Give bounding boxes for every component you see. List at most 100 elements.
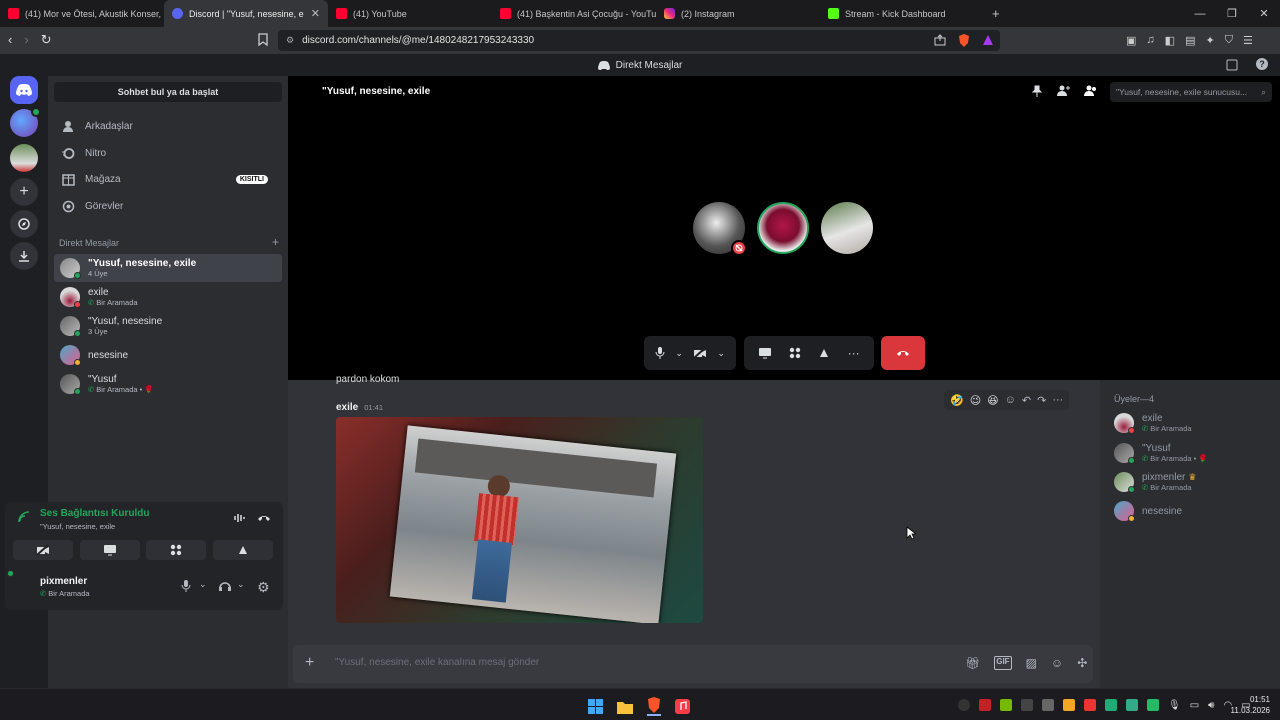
server-icon[interactable]: [10, 144, 38, 172]
tray-app-icon[interactable]: [1021, 699, 1033, 711]
voice-channel[interactable]: "Yusuf, nesesine, exile: [40, 522, 115, 531]
screen-share-icon[interactable]: [758, 347, 772, 359]
member-item[interactable]: "Yusuf ✆ Bir Aramada • 🌹: [1114, 440, 1274, 466]
new-tab-button[interactable]: +: [984, 0, 1014, 27]
apps-icon[interactable]: ✣: [1077, 656, 1087, 670]
tray-app-icon[interactable]: [1084, 699, 1096, 711]
address-bar[interactable]: ⚙ discord.com/channels/@me/1480248217953…: [278, 30, 1000, 51]
brave-browser-icon[interactable]: [647, 697, 661, 716]
back-icon[interactable]: ‹: [8, 32, 12, 48]
participant-avatar[interactable]: [693, 202, 747, 256]
media-icon[interactable]: ♫: [1146, 34, 1154, 47]
dm-item[interactable]: nesesine: [54, 341, 282, 369]
browser-tab[interactable]: (41) YouTube: [328, 0, 492, 27]
volume-icon[interactable]: 🔊︎: [1208, 700, 1214, 711]
member-item[interactable]: pixmenler ♛ ✆ Bir Aramada: [1114, 469, 1274, 495]
nav-friends[interactable]: Arkadaşlar: [56, 113, 280, 139]
wallet-icon[interactable]: ▤: [1185, 34, 1195, 47]
attach-plus-icon[interactable]: +: [305, 654, 314, 672]
tray-app-icon[interactable]: [958, 699, 970, 711]
gif-icon[interactable]: GIF: [994, 656, 1012, 670]
more-options-icon[interactable]: ···: [1052, 394, 1063, 406]
search-input[interactable]: "Yusuf, nesesine, exile sunucusu... ⌕: [1110, 82, 1272, 102]
soundboard-icon[interactable]: [818, 347, 831, 359]
add-server-icon[interactable]: +: [10, 178, 38, 206]
members-icon[interactable]: [1084, 85, 1097, 97]
add-member-icon[interactable]: [1057, 85, 1070, 97]
pin-icon[interactable]: [1031, 85, 1043, 97]
browser-tab[interactable]: (41) Mor ve Ötesi, Akustik Konser, Bö: [0, 0, 164, 27]
minimize-button[interactable]: —: [1184, 0, 1216, 27]
sidebar-icon[interactable]: ◧: [1165, 34, 1175, 47]
bookmark-icon[interactable]: [258, 33, 268, 46]
noise-suppression-icon[interactable]: [233, 512, 245, 524]
help-icon[interactable]: ?: [1256, 58, 1268, 70]
window-close-button[interactable]: ✕: [1248, 0, 1280, 27]
leo-ai-icon[interactable]: ✦: [1205, 34, 1214, 47]
disconnect-icon[interactable]: [257, 512, 271, 524]
message-image-attachment[interactable]: [336, 417, 703, 623]
dm-item[interactable]: exile ✆ Bir Aramada: [54, 283, 282, 311]
screen-share-button[interactable]: [80, 540, 140, 560]
member-item[interactable]: exile ✆ Bir Aramada: [1114, 410, 1274, 436]
tray-app-icon[interactable]: [1063, 699, 1075, 711]
tray-app-icon[interactable]: [1105, 699, 1117, 711]
reply-icon[interactable]: ↶: [1022, 394, 1031, 407]
gift-icon[interactable]: 🎁︎: [965, 656, 980, 670]
browser-tab-active[interactable]: Discord | "Yusuf, nesesine, e ✕: [164, 0, 328, 27]
nav-shop[interactable]: Mağaza KISITLI: [56, 166, 280, 192]
settings-gear-icon[interactable]: ⚙: [257, 579, 270, 596]
voice-status[interactable]: Ses Bağlantısı Kuruldu: [40, 508, 149, 519]
nvidia-icon[interactable]: [1000, 699, 1012, 711]
brave-shield-icon[interactable]: [958, 34, 970, 47]
vpn-icon[interactable]: ⛉: [1225, 34, 1233, 47]
activities-icon[interactable]: [789, 347, 801, 359]
forward-icon[interactable]: ›: [24, 32, 28, 48]
dm-item[interactable]: "Yusuf, nesesine 3 Üye: [54, 312, 282, 340]
reaction-emoji-icon[interactable]: 🤣: [950, 394, 964, 407]
dm-item[interactable]: "Yusuf, nesesine, exile 4 Üye: [54, 254, 282, 282]
chevron-down-icon[interactable]: ⌄: [717, 348, 725, 359]
url-text[interactable]: discord.com/channels/@me/148024821795324…: [302, 35, 534, 46]
participant-avatar-speaking[interactable]: [757, 202, 809, 254]
username[interactable]: pixmenler: [40, 576, 87, 587]
member-item[interactable]: nesesine: [1114, 498, 1274, 524]
tray-app-icon[interactable]: [979, 699, 991, 711]
message-author[interactable]: exile: [336, 402, 358, 413]
activities-button[interactable]: [146, 540, 206, 560]
leave-call-button[interactable]: [881, 336, 925, 370]
sticker-icon[interactable]: ▨: [1026, 656, 1037, 670]
microphone-icon[interactable]: [181, 580, 191, 592]
participant-avatar[interactable]: [821, 202, 873, 254]
inbox-icon[interactable]: [1226, 59, 1238, 71]
message-input[interactable]: "Yusuf, nesesine, exile kanalına mesaj g…: [335, 657, 539, 668]
discord-home-icon[interactable]: [10, 76, 38, 104]
server-icon[interactable]: [10, 107, 41, 137]
windows-start-icon[interactable]: [588, 699, 603, 714]
browser-tab[interactable]: (41) Başkentin Asi Çocuğu - YouTube: [492, 0, 656, 27]
brave-rewards-icon[interactable]: [982, 34, 994, 47]
clock[interactable]: 01:51 11.03.2026: [1222, 694, 1270, 716]
download-icon[interactable]: [10, 242, 38, 270]
menu-icon[interactable]: ☰: [1243, 34, 1253, 47]
screenshot-icon[interactable]: ▣: [1126, 34, 1136, 47]
restore-button[interactable]: ❐: [1216, 0, 1248, 27]
more-options-icon[interactable]: ···: [848, 346, 860, 360]
tray-app-icon[interactable]: [1126, 699, 1138, 711]
share-icon[interactable]: [934, 34, 946, 47]
soundboard-button[interactable]: [213, 540, 273, 560]
tray-app-icon[interactable]: [1147, 699, 1159, 711]
nav-quests[interactable]: Görevler: [56, 193, 280, 219]
site-info-icon[interactable]: ⚙: [286, 35, 294, 46]
forward-icon[interactable]: ↷: [1037, 394, 1046, 407]
tray-app-icon[interactable]: [1042, 699, 1054, 711]
browser-tab[interactable]: Stream - Kick Dashboard: [820, 0, 984, 27]
apple-music-icon[interactable]: [675, 699, 690, 714]
discover-icon[interactable]: [10, 210, 38, 238]
display-icon[interactable]: ▭: [1190, 700, 1199, 711]
emoji-icon[interactable]: ☺: [1051, 656, 1063, 670]
nav-nitro[interactable]: Nitro: [56, 140, 280, 166]
reaction-emoji-icon[interactable]: 😆: [987, 394, 998, 407]
browser-tab[interactable]: (2) Instagram: [656, 0, 820, 27]
find-conversation-button[interactable]: Sohbet bul ya da başlat: [54, 82, 282, 102]
